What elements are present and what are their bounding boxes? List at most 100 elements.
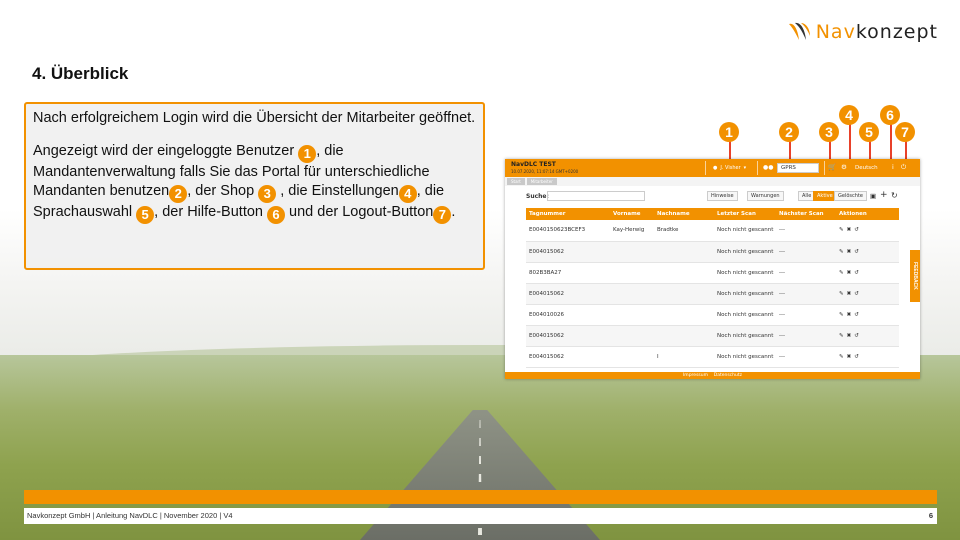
settings-gear-icon[interactable]: ⚙ (841, 163, 847, 171)
breadcrumb: Start Mitarbeiter (505, 177, 920, 186)
cell-tag: 802B3BA27 (526, 262, 610, 284)
table-row[interactable]: 802B3BA27 Noch nicht gescannt --- ✎✖↺ (526, 262, 899, 284)
history-icon[interactable]: ↺ (854, 270, 862, 276)
cell-last_scan: Noch nicht gescannt (714, 220, 776, 242)
marker-1: 1 (719, 122, 739, 142)
feedback-tab[interactable]: FEEDBACK (910, 250, 920, 302)
history-icon[interactable]: ↺ (854, 354, 862, 360)
history-icon[interactable]: ↺ (854, 249, 862, 255)
column-header[interactable]: Letzter Scan (714, 208, 776, 220)
cell-last: I (654, 346, 714, 368)
cell-first (610, 304, 654, 326)
column-header[interactable]: Tagnummer (526, 208, 610, 220)
marker-badge: 5 (136, 206, 155, 224)
edit-icon[interactable]: ✎ (839, 333, 847, 339)
table-row[interactable]: E0040150623BCEF3 Kay-Herwig Bradtke Noch ni… (526, 220, 899, 242)
cell-tag: E004010026 (526, 304, 610, 326)
edit-icon[interactable]: ✎ (839, 312, 847, 318)
mandant-select[interactable]: GPRS (777, 163, 819, 173)
row-actions[interactable]: ✎✖↺ (836, 241, 899, 263)
column-header[interactable]: Vorname (610, 208, 654, 220)
cell-tag: E0040150623BCEF3 (526, 220, 610, 242)
navkonzept-logo: Navkonzept (786, 20, 938, 44)
state-deleted-button[interactable]: Gelöschte (834, 191, 867, 201)
marker-7: 7 (895, 122, 915, 142)
filter-warnings-button[interactable]: Warnungen (747, 191, 784, 201)
language-select[interactable]: Deutsch (855, 165, 878, 171)
marker-badge: 6 (267, 206, 285, 224)
intro-text: Nach erfolgreichem Login wird die Übersi… (33, 110, 476, 126)
edit-icon[interactable]: ✎ (839, 270, 847, 276)
logo-text: Navkonzept (815, 21, 938, 43)
breadcrumb-item[interactable]: Mitarbeiter (526, 178, 557, 185)
shop-cart-icon[interactable]: 🛒 (828, 163, 836, 171)
refresh-icon[interactable]: ↻ (891, 191, 898, 200)
table-row[interactable]: E004010026 Noch nicht gescannt --- ✎✖↺ (526, 304, 899, 326)
row-actions[interactable]: ✎✖↺ (836, 220, 899, 242)
column-header[interactable]: Nächster Scan (776, 208, 836, 220)
cell-last: Bradtke (654, 220, 714, 242)
cell-next_scan: --- (776, 304, 836, 326)
search-input[interactable] (547, 191, 645, 201)
toolbar: Suche: Hinweise Warnungen Alle Aktive Ge… (505, 186, 920, 208)
employee-table: Tagnummer Vorname Nachname Letzter Scan … (526, 208, 899, 368)
marker-line (905, 141, 907, 161)
marker-3: 3 (819, 122, 839, 142)
add-icon[interactable]: + (880, 190, 888, 200)
history-icon[interactable]: ↺ (854, 312, 862, 318)
row-actions[interactable]: ✎✖↺ (836, 346, 899, 368)
footer-accent-bar (24, 490, 937, 504)
table-row[interactable]: E004015062 Noch nicht gescannt --- ✎✖↺ (526, 283, 899, 305)
marker-line (849, 123, 851, 161)
history-icon[interactable]: ↺ (854, 291, 862, 297)
description-box: Nach erfolgreichem Login wird die Übersi… (24, 102, 485, 270)
logout-power-icon[interactable]: ⏻ (901, 163, 906, 172)
mandant-icon: ●● (763, 164, 774, 171)
marker-5: 5 (859, 122, 879, 142)
help-icon[interactable]: i (892, 163, 894, 171)
document-icon[interactable]: ▣ (870, 192, 876, 200)
marker-badge: 2 (169, 185, 188, 203)
edit-icon[interactable]: ✎ (839, 291, 847, 297)
edit-icon[interactable]: ✎ (839, 249, 847, 255)
cell-last (654, 304, 714, 326)
footer: Navkonzept GmbH | Anleitung NavDLC | Nov… (24, 508, 937, 524)
description-text: Angezeigt wird der eingeloggte Benutzer … (33, 143, 456, 224)
marker-badge: 4 (398, 185, 417, 203)
table-row[interactable]: E004015062 I Noch nicht gescannt --- ✎✖↺ (526, 346, 899, 368)
marker-line (729, 141, 731, 161)
app-footer: Impressum Datenschutz (505, 372, 920, 379)
cell-first (610, 241, 654, 263)
cell-last_scan: Noch nicht gescannt (714, 262, 776, 284)
row-actions[interactable]: ✎✖↺ (836, 283, 899, 305)
imprint-link[interactable]: Impressum (683, 373, 708, 378)
cell-last (654, 262, 714, 284)
app-screenshot: NavDLC TEST 10.07.2020, 11:07:14 GMT+020… (505, 159, 920, 379)
cell-next_scan: --- (776, 262, 836, 284)
cell-tag: E004015062 (526, 283, 610, 305)
cell-next_scan: --- (776, 325, 836, 347)
cell-last_scan: Noch nicht gescannt (714, 241, 776, 263)
row-actions[interactable]: ✎✖↺ (836, 304, 899, 326)
edit-icon[interactable]: ✎ (839, 227, 847, 233)
history-icon[interactable]: ↺ (854, 227, 862, 233)
filter-hints-button[interactable]: Hinweise (707, 191, 738, 201)
row-actions[interactable]: ✎✖↺ (836, 325, 899, 347)
edit-icon[interactable]: ✎ (839, 354, 847, 360)
user-menu[interactable]: ● J. Visher ▾ (713, 159, 746, 177)
marker-2: 2 (779, 122, 799, 142)
row-actions[interactable]: ✎✖↺ (836, 262, 899, 284)
cell-next_scan: --- (776, 241, 836, 263)
breadcrumb-item[interactable]: Start (507, 178, 525, 185)
marker-line (869, 141, 871, 161)
cell-last (654, 241, 714, 263)
logo-mark-icon (786, 20, 812, 44)
cell-last_scan: Noch nicht gescannt (714, 283, 776, 305)
table-row[interactable]: E004015062 Noch nicht gescannt --- ✎✖↺ (526, 241, 899, 263)
table-row[interactable]: E004015062 Noch nicht gescannt --- ✎✖↺ (526, 325, 899, 347)
column-header[interactable]: Nachname (654, 208, 714, 220)
privacy-link[interactable]: Datenschutz (714, 373, 742, 378)
cell-last (654, 325, 714, 347)
cell-tag: E004015062 (526, 241, 610, 263)
history-icon[interactable]: ↺ (854, 333, 862, 339)
